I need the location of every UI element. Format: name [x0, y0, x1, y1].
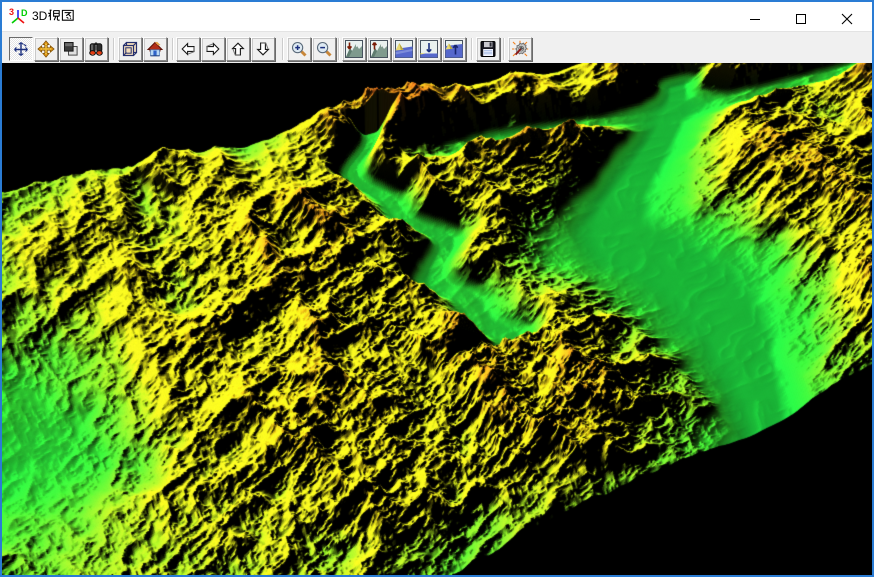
svg-text:3: 3: [9, 7, 14, 17]
svg-text:D: D: [21, 8, 28, 18]
